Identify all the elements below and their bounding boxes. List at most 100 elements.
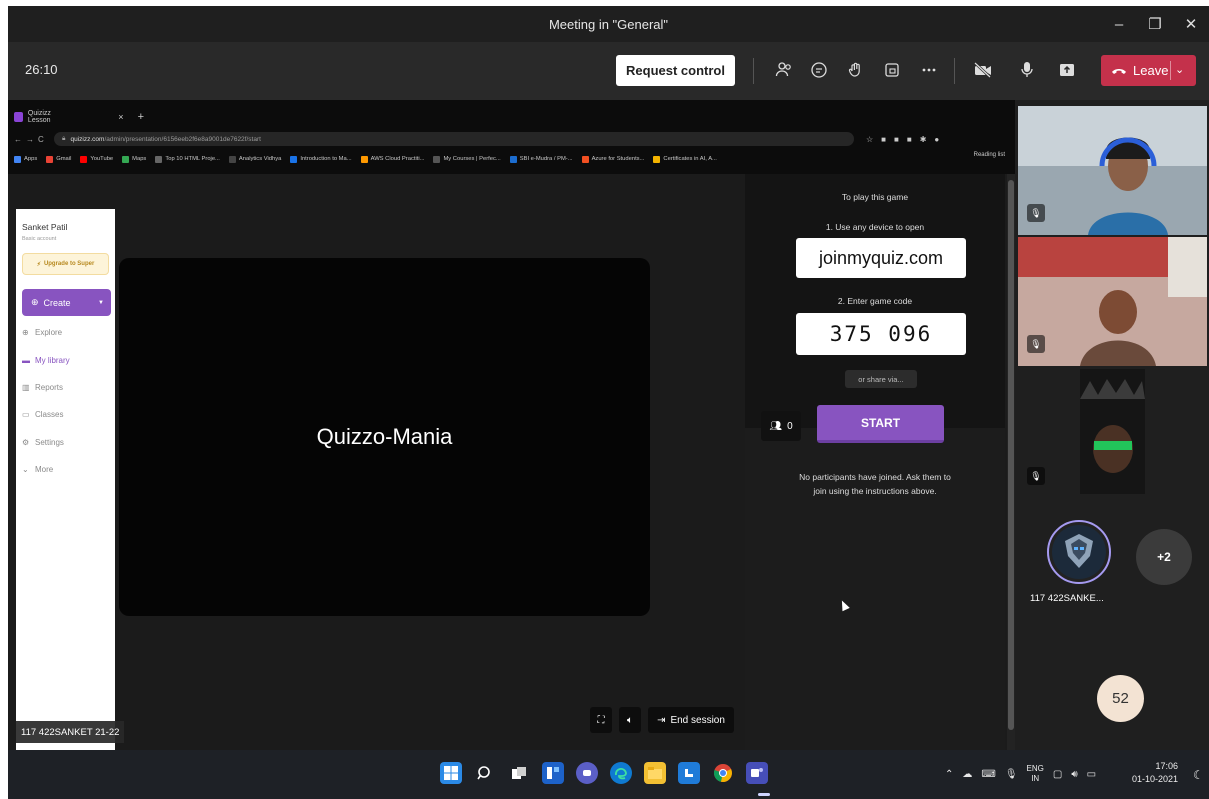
share-via-button[interactable]: or share via...: [845, 370, 917, 388]
sidebar-item-classes[interactable]: ▭ Classes: [22, 410, 63, 419]
more-icon[interactable]: [917, 58, 941, 82]
language-indicator[interactable]: ENG IN: [1027, 764, 1044, 784]
teams-icon[interactable]: [746, 762, 768, 784]
start-button[interactable]: START: [817, 405, 944, 443]
close-button[interactable]: ✕: [1173, 6, 1209, 42]
extension-icons[interactable]: ☆ ■ ■ ■ ✱ ●: [866, 135, 939, 144]
task-view-icon[interactable]: [508, 762, 530, 784]
bookmark-label: Certificates in AI, A...: [663, 156, 717, 162]
page-scrollbar[interactable]: [1007, 174, 1015, 750]
bookmark-favicon-icon: [80, 155, 88, 163]
participant-video-tile[interactable]: 🎙︎: [1018, 106, 1207, 235]
request-control-button[interactable]: Request control: [616, 55, 735, 86]
sidebar-item-reports[interactable]: ▥ Reports: [22, 383, 63, 392]
bookmark-item[interactable]: My Courses | Perfec...: [433, 155, 501, 163]
more-participants-button[interactable]: +2: [1136, 529, 1192, 585]
bookmark-item[interactable]: AWS Cloud Practiti...: [360, 155, 425, 163]
participant-video-tile[interactable]: 🎙︎: [1018, 237, 1207, 366]
display-icon[interactable]: ▢: [1053, 769, 1062, 780]
participant-avatar[interactable]: [1047, 520, 1111, 584]
bookmark-item[interactable]: Azure for Students...: [581, 155, 644, 163]
bookmark-item[interactable]: SBI e-Mudra / PM-...: [509, 155, 573, 163]
windows-icon[interactable]: [440, 762, 462, 784]
profile-icon[interactable]: ●: [934, 135, 939, 144]
fullscreen-icon[interactable]: ⛶: [590, 707, 612, 733]
lock-icon: 🔒︎: [62, 135, 66, 142]
sidebar-item-more[interactable]: ⌄ More: [22, 465, 53, 474]
moon-icon[interactable]: ☾: [1193, 768, 1204, 782]
upgrade-button[interactable]: ⚡︎ Upgrade to Super: [22, 253, 109, 275]
taskbar-apps: [440, 762, 768, 784]
restore-button[interactable]: ❐: [1137, 6, 1173, 42]
mic-icon[interactable]: [1015, 58, 1039, 82]
participant-video-image: [1018, 106, 1207, 235]
volume-icon[interactable]: 🔈︎: [619, 707, 641, 733]
join-url-box: joinmyquiz.com: [796, 238, 966, 278]
share-icon[interactable]: [1055, 58, 1079, 82]
bookmark-item[interactable]: YouTube: [80, 155, 113, 163]
chevron-down-icon[interactable]: ⌄: [1175, 63, 1184, 76]
bookmark-item[interactable]: Introduction to Ma...: [290, 155, 352, 163]
bookmark-label: AWS Cloud Practiti...: [370, 156, 425, 162]
game-code: 375 096: [829, 322, 933, 346]
chat-icon[interactable]: [576, 762, 598, 784]
extension-icon[interactable]: ■: [907, 135, 912, 144]
chevron-down-icon[interactable]: ▼: [98, 300, 104, 306]
close-tab-icon[interactable]: ×: [118, 112, 123, 122]
bookmark-item[interactable]: Apps: [14, 155, 37, 163]
reading-list[interactable]: Reading list: [974, 152, 1005, 158]
bookmark-item[interactable]: Maps: [122, 155, 146, 163]
bookmarks-bar: Apps Gmail YouTube Maps Top 10 HTML Proje...…: [14, 152, 1004, 166]
bookmark-item[interactable]: Analytics Vidhya: [228, 155, 281, 163]
phone-icon: [1111, 66, 1127, 76]
minimize-button[interactable]: –: [1101, 6, 1137, 42]
sidebar-item-my-library[interactable]: ▬ My library: [22, 356, 70, 365]
star-icon[interactable]: ☆: [866, 135, 873, 144]
browser-tab[interactable]: Quizizz Lesson × +: [14, 106, 144, 128]
plus-circle-icon: ⊕: [31, 297, 39, 307]
search-icon[interactable]: [474, 762, 496, 784]
sidebar-item-explore[interactable]: ⊕ Explore: [22, 328, 62, 337]
end-session-button[interactable]: ⇥ End session: [648, 707, 734, 733]
chrome-icon[interactable]: [712, 762, 734, 784]
presenter-name-tag: 117 422SANKET 21-22: [16, 721, 124, 743]
chat-icon[interactable]: [807, 58, 831, 82]
widgets-icon[interactable]: [542, 762, 564, 784]
bookmark-favicon-icon: [509, 155, 517, 163]
bookmark-item[interactable]: Top 10 HTML Proje...: [155, 155, 220, 163]
file-explorer-icon[interactable]: [644, 762, 666, 784]
battery-icon[interactable]: ▭: [1087, 769, 1096, 780]
create-button[interactable]: ⊕ Create ▼: [22, 289, 111, 316]
extension-icon[interactable]: ■: [894, 135, 899, 144]
sidebar-item-label: My library: [35, 356, 70, 365]
bookmark-item[interactable]: Gmail: [46, 155, 71, 163]
camera-off-icon[interactable]: [971, 58, 995, 82]
onedrive-icon[interactable]: ☁: [962, 769, 972, 780]
new-tab-icon[interactable]: +: [138, 111, 144, 123]
bookmark-item[interactable]: Certificates in AI, A...: [653, 155, 717, 163]
meeting-toolbar: 26:10 Request control Leave ⌄: [8, 42, 1209, 100]
taskbar-clock[interactable]: 17:06 01-10-2021: [1132, 760, 1178, 786]
microphone-icon[interactable]: 🎙︎: [1005, 769, 1018, 780]
raise-hand-icon[interactable]: [844, 58, 868, 82]
store-icon[interactable]: [678, 762, 700, 784]
volume-icon[interactable]: 🔊︎: [1071, 769, 1077, 780]
explore-icon: ⊕: [22, 328, 29, 337]
extension-icon[interactable]: ■: [881, 135, 886, 144]
leave-button[interactable]: Leave ⌄: [1101, 55, 1196, 86]
nav-buttons[interactable]: ←→C: [14, 135, 54, 144]
address-bar[interactable]: 🔒︎ quizizz.com /admin/presentation/6156e…: [54, 132, 854, 146]
edge-icon[interactable]: [610, 762, 632, 784]
join-url: joinmyquiz.com: [818, 247, 944, 268]
sidebar-item-settings[interactable]: ⚙ Settings: [22, 438, 64, 447]
puzzle-icon[interactable]: ✱: [920, 135, 927, 144]
url-host: quizizz.com: [70, 135, 105, 143]
participant-video-tile[interactable]: 🎙︎: [1018, 369, 1207, 494]
chevron-up-icon[interactable]: ⌃: [945, 769, 953, 780]
keyboard-icon[interactable]: ⌨: [981, 769, 995, 780]
window-controls: – ❐ ✕: [1101, 6, 1209, 42]
rooms-icon[interactable]: [880, 58, 904, 82]
end-session-label: End session: [670, 714, 725, 726]
join-panel: To play this game 1. Use any device to o…: [745, 174, 1005, 750]
participants-icon[interactable]: [772, 58, 796, 82]
